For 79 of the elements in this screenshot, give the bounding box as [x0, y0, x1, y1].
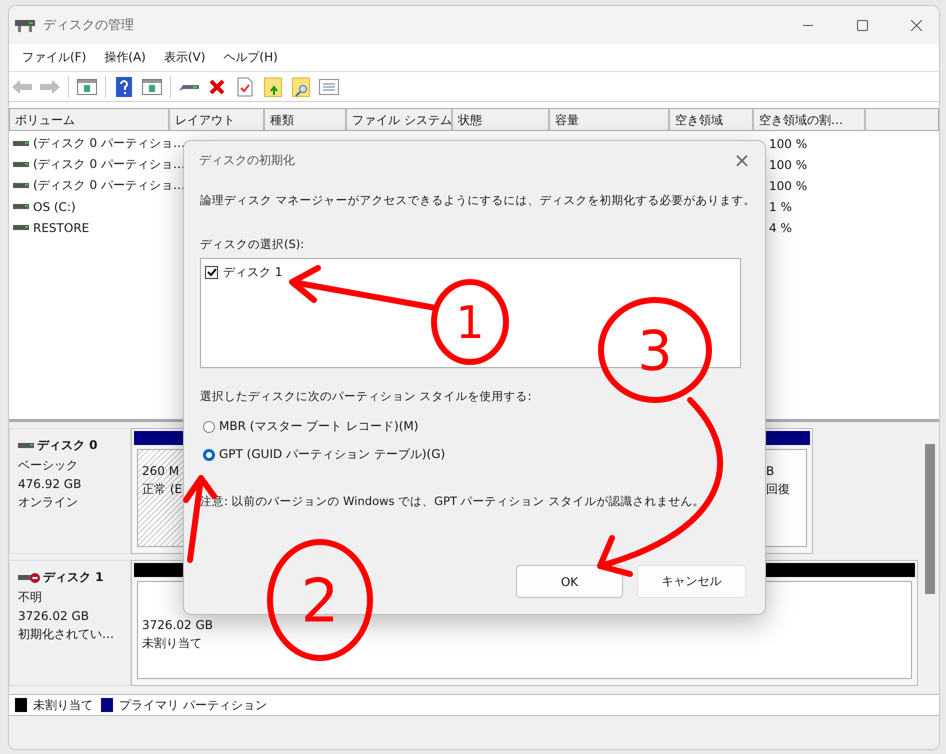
column-header[interactable]: ファイル システム — [347, 109, 453, 130]
forward-arrow-icon — [40, 80, 60, 94]
toolbar-button[interactable] — [113, 76, 135, 98]
legend-label: 未割り当て — [33, 696, 93, 714]
radio-label[interactable]: GPT (GUID パーティション テーブル)(G) — [219, 446, 446, 463]
disk-info-panel[interactable]: ディスク 1 不明 3726.02 GB 初期化されてい… — [9, 560, 131, 686]
drive-icon — [13, 180, 29, 190]
folder-search-icon — [292, 76, 310, 96]
partition-style-label: 選択したディスクに次のパーティション スタイルを使用する: — [200, 389, 532, 404]
folder-up-icon — [264, 76, 282, 96]
column-header[interactable]: 状態 — [453, 109, 550, 130]
table-cell: 100 % — [769, 178, 808, 192]
close-icon — [910, 20, 922, 30]
checklist-icon — [237, 76, 253, 96]
menu-item[interactable]: 表示(V) — [154, 49, 214, 66]
disk-info-panel[interactable]: ディスク 0 ベーシック 476.92 GB オンライン — [9, 428, 131, 554]
annotation-number: 3 — [638, 318, 672, 383]
list-icon — [319, 78, 339, 94]
disk-name: ディスク 1 — [43, 569, 104, 586]
partition-label: B — [766, 464, 776, 478]
column-header[interactable]: 種類 — [265, 109, 347, 130]
volume-name: RESTORE — [33, 220, 90, 234]
disk-size: 476.92 GB — [18, 477, 82, 491]
disk-type: ベーシック — [18, 457, 79, 474]
disk-select-label: ディスクの選択(S): — [200, 237, 304, 252]
volume-name: OS (C:) — [33, 200, 76, 214]
delete-icon — [209, 78, 225, 94]
drive-icon — [13, 138, 29, 148]
partition-label: 未割り当て — [142, 635, 203, 652]
scrollbar-thumb[interactable] — [925, 444, 935, 594]
back-arrow-icon — [12, 80, 32, 94]
ok-button[interactable]: OK — [516, 565, 623, 598]
table-cell: 1 % — [769, 200, 792, 214]
disk-list-item[interactable]: ディスク 1 — [223, 264, 282, 281]
cancel-button[interactable]: キャンセル — [637, 565, 746, 598]
window-title: ディスクの管理 — [43, 17, 135, 34]
panel-icon — [77, 78, 97, 94]
help-icon — [116, 76, 132, 96]
column-header[interactable]: 空き領域の割… — [754, 109, 866, 130]
column-header[interactable]: ボリューム — [10, 109, 170, 130]
maximize-icon — [856, 20, 868, 30]
drive-icon — [13, 202, 29, 212]
partition-label: 回復 — [766, 481, 791, 498]
menu-item[interactable]: 操作(A) — [95, 49, 155, 66]
toolbar-button[interactable] — [262, 76, 284, 98]
drive-icon — [18, 440, 34, 450]
panel-icon — [142, 78, 162, 94]
dialog-message: 論理ディスク マネージャーがアクセスできるようにするには、ディスクを初期化する必要があります。 — [200, 193, 756, 208]
close-button[interactable]: × — [719, 142, 765, 178]
column-header[interactable]: 容量 — [550, 109, 670, 130]
radio-button[interactable] — [203, 448, 215, 460]
checkbox[interactable] — [205, 266, 218, 279]
partition-label: 260 M — [142, 464, 180, 478]
column-header[interactable]: レイアウト — [170, 109, 265, 130]
drive-icon — [13, 222, 29, 232]
table-cell: 100 % — [769, 158, 808, 172]
toolbar-button[interactable] — [290, 76, 312, 98]
menu-item[interactable]: ヘルプ(H) — [214, 49, 287, 66]
dialog-title: ディスクの初期化 — [199, 152, 295, 168]
annotation-number: 1 — [456, 296, 484, 350]
table-cell: 100 % — [769, 136, 808, 150]
radio-button[interactable] — [203, 420, 215, 432]
volume-name: (ディスク 0 パーティショ… — [33, 135, 185, 152]
drive-error-icon — [18, 572, 40, 582]
disk-type: 不明 — [18, 589, 43, 606]
disk-status: 初期化されてい… — [18, 626, 115, 643]
menu-item[interactable]: ファイル(F) — [13, 49, 96, 66]
column-header[interactable]: 空き領域 — [670, 109, 754, 130]
table-cell: 4 % — [769, 220, 792, 234]
disk-size: 3726.02 GB — [18, 609, 90, 623]
disk-status: オンライン — [18, 494, 79, 511]
disk-management-icon — [15, 17, 35, 33]
partition-label: 正常 (E — [142, 481, 184, 498]
legend-label: プライマリ パーティション — [119, 696, 267, 714]
disk-name: ディスク 0 — [37, 437, 98, 454]
minimize-icon — [803, 24, 813, 26]
radio-label[interactable]: MBR (マスター ブート レコード)(M) — [219, 418, 418, 435]
partition-label: 3726.02 GB — [142, 618, 214, 632]
drive-icon — [13, 160, 29, 170]
